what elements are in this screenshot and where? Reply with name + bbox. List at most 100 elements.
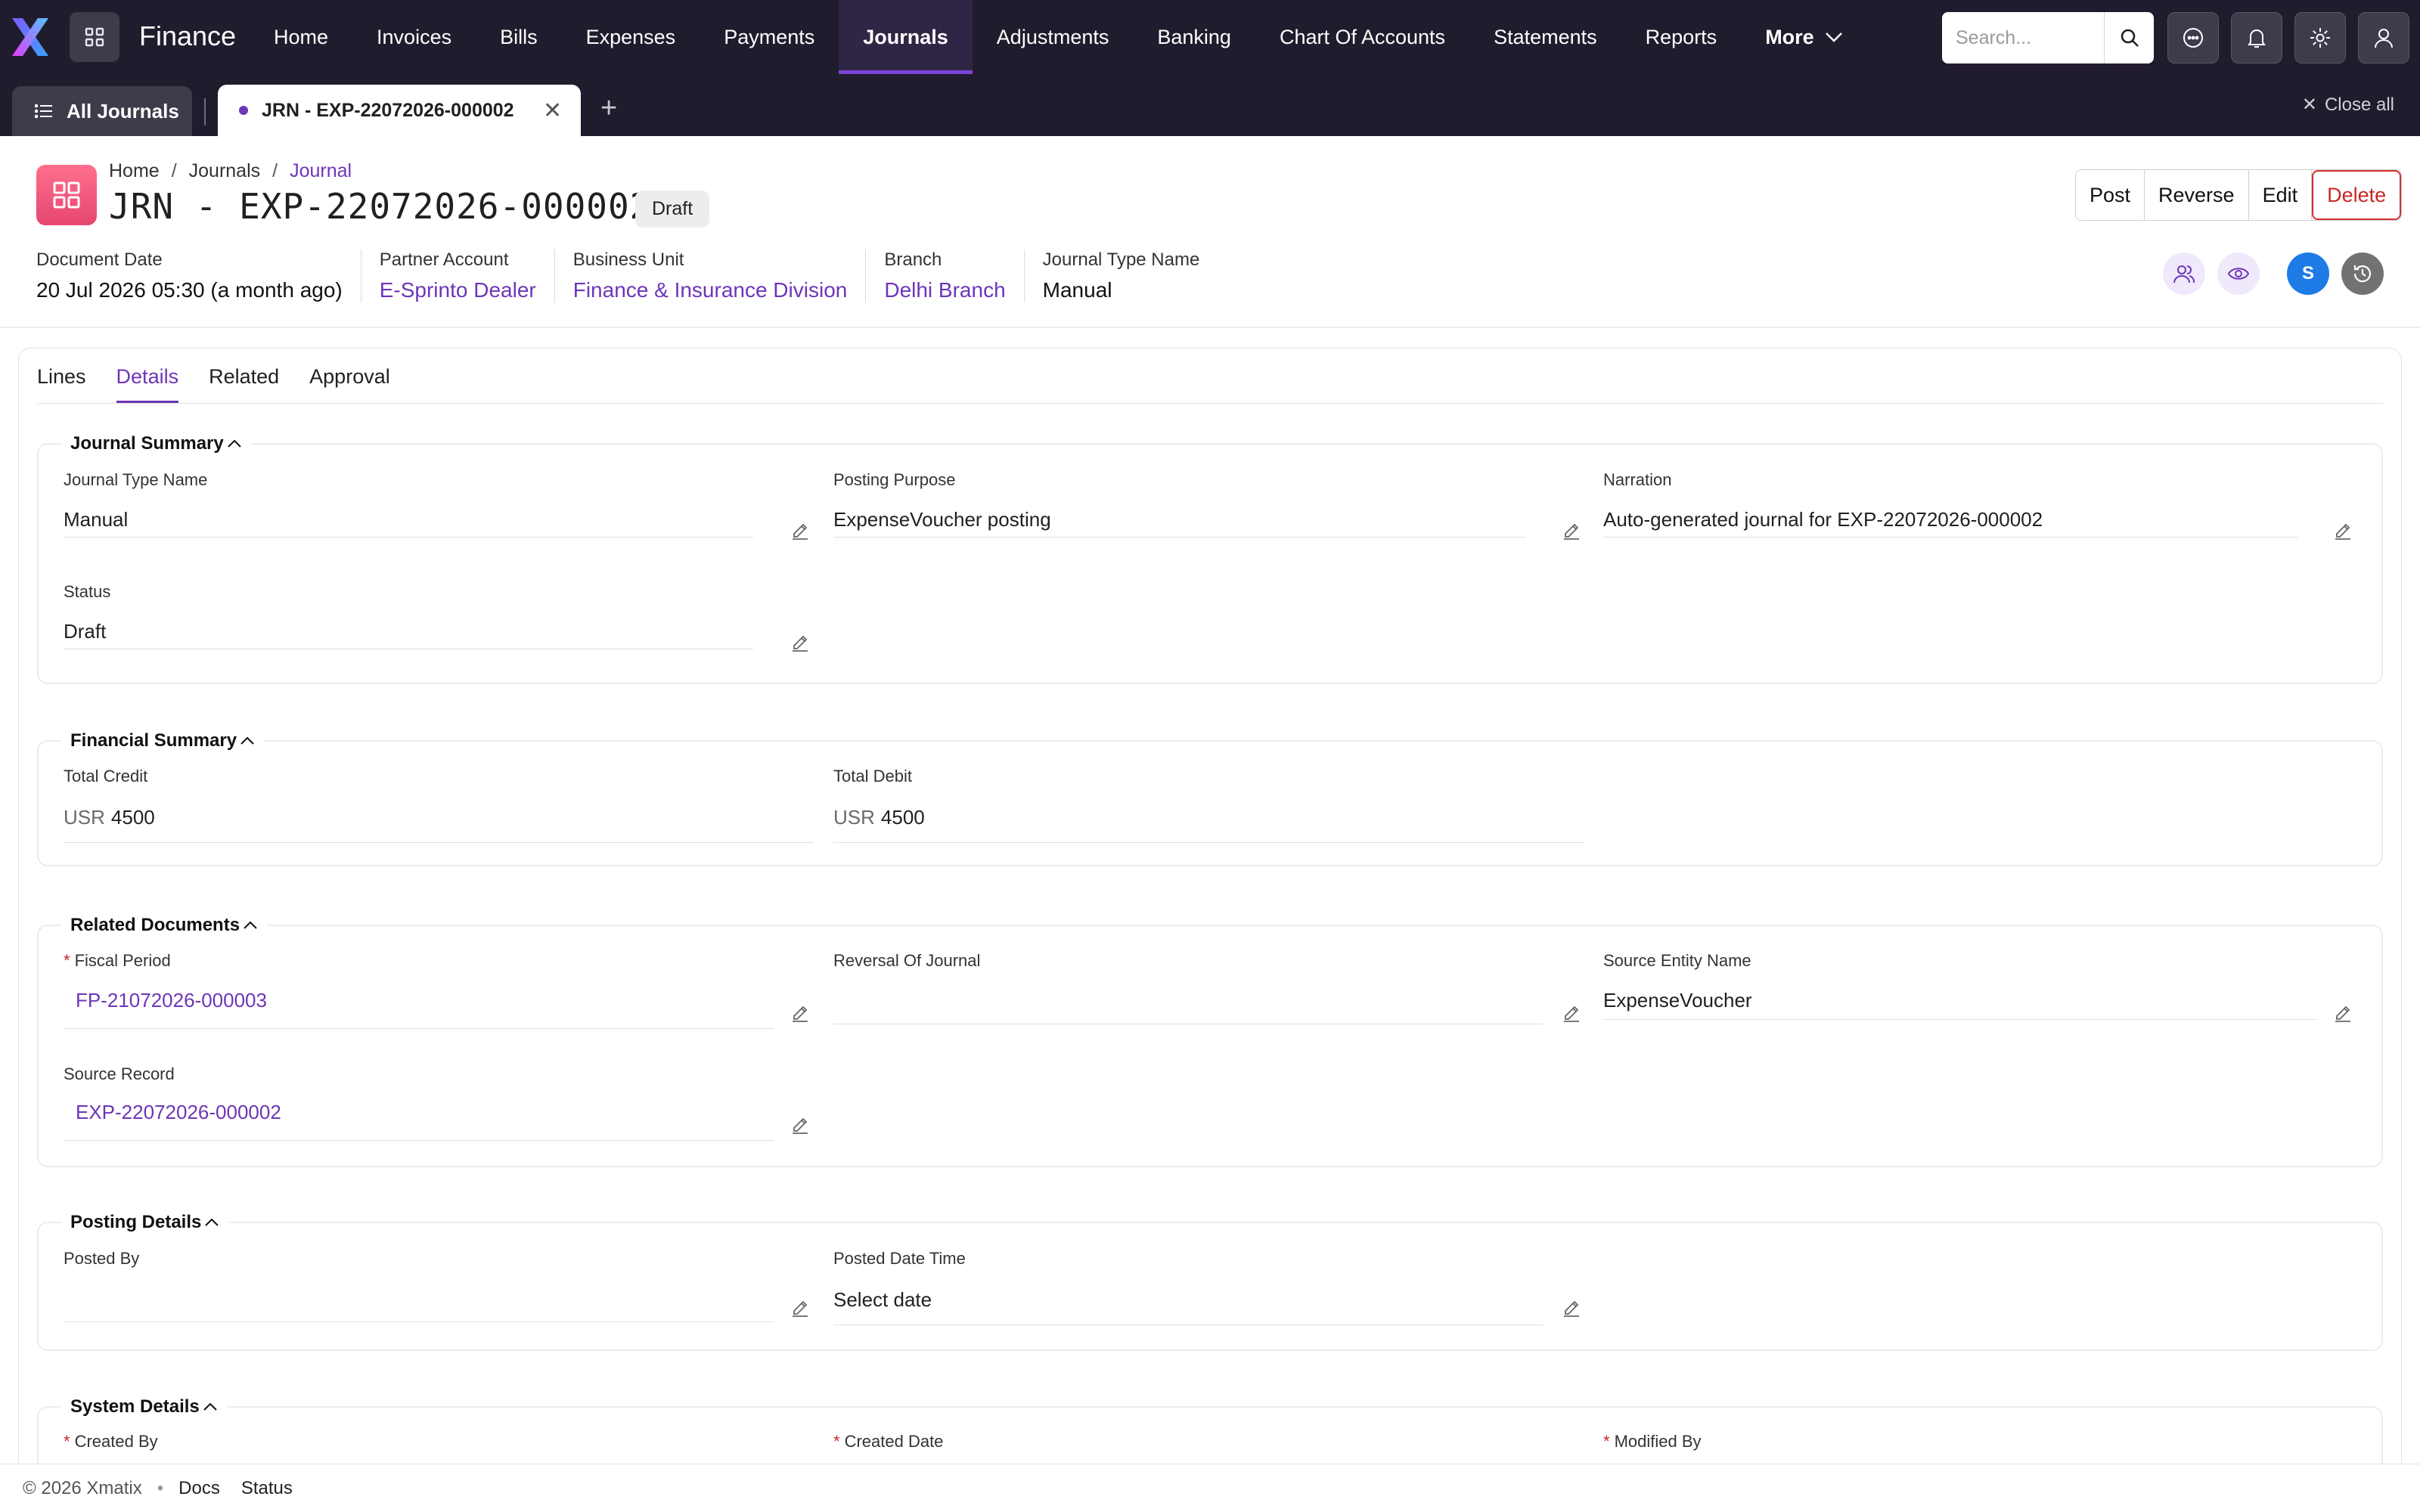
close-all-button[interactable]: ✕ Close all (2302, 94, 2394, 116)
source-record-link[interactable]: EXP-22072026-000002 (76, 1101, 281, 1124)
breadcrumb: Home / Journals / Journal (109, 160, 352, 182)
open-document-tab[interactable]: JRN - EXP-22072026-000002 ✕ (218, 85, 581, 136)
nav-journals[interactable]: Journals (839, 0, 973, 74)
search-button[interactable] (2104, 12, 2154, 64)
branch-link[interactable]: Delhi Branch (884, 278, 1005, 302)
tab-related[interactable]: Related (209, 365, 279, 404)
breadcrumb-journals[interactable]: Journals (189, 160, 261, 182)
status-value[interactable]: Draft (64, 620, 106, 643)
tab-divider (204, 98, 206, 125)
page-title: JRN - EXP-22072026-000002 (109, 186, 652, 227)
source-entity-name-value[interactable]: ExpenseVoucher (1603, 989, 1752, 1012)
pencil-icon[interactable] (791, 1004, 809, 1022)
fiscal-period-link[interactable]: FP-21072026-000003 (76, 989, 267, 1012)
profile-button[interactable] (2358, 12, 2409, 64)
field-label-wrap: * Created By (64, 1432, 158, 1452)
followers-button[interactable] (2163, 253, 2205, 295)
nav-home[interactable]: Home (250, 0, 352, 74)
pencil-icon[interactable] (1562, 522, 1581, 540)
post-button[interactable]: Post (2076, 170, 2145, 220)
partner-account-link[interactable]: E-Sprinto Dealer (380, 278, 536, 302)
narration-value[interactable]: Auto-generated journal for EXP-22072026-… (1603, 508, 2043, 531)
xmatix-logo-icon[interactable] (9, 17, 51, 57)
nav-expenses[interactable]: Expenses (562, 0, 700, 74)
tab-approval[interactable]: Approval (309, 365, 390, 404)
field-underline (1603, 1019, 2317, 1020)
breadcrumb-separator: / (272, 160, 278, 181)
watch-button[interactable] (2217, 253, 2260, 295)
required-marker: * (1603, 1432, 1610, 1451)
nav-chart-of-accounts[interactable]: Chart Of Accounts (1255, 0, 1469, 74)
pencil-icon[interactable] (791, 634, 809, 652)
close-icon[interactable]: ✕ (543, 98, 562, 124)
breadcrumb-separator: / (171, 160, 177, 181)
meta-partner-account: Partner Account E-Sprinto Dealer (360, 249, 554, 302)
nav-adjustments[interactable]: Adjustments (973, 0, 1134, 74)
history-button[interactable] (2341, 253, 2384, 295)
document-tab-label: JRN - EXP-22072026-000002 (262, 99, 514, 121)
section-title: Journal Summary (70, 433, 224, 454)
footer-link-docs[interactable]: Docs (178, 1478, 220, 1499)
nav-bills[interactable]: Bills (476, 0, 562, 74)
footer-separator: • (157, 1477, 164, 1498)
amount: 4500 (880, 806, 925, 829)
record-meta: Document Date 20 Jul 2026 05:30 (a month… (36, 249, 1218, 302)
notifications-button[interactable] (2231, 12, 2282, 64)
reverse-button[interactable]: Reverse (2145, 170, 2249, 220)
nav-reports[interactable]: Reports (1621, 0, 1742, 74)
footer-link-status[interactable]: Status (241, 1478, 293, 1499)
posting-purpose-value[interactable]: ExpenseVoucher posting (833, 508, 1051, 531)
field-label: Posted Date Time (833, 1249, 966, 1268)
posting-details-toggle[interactable]: Posting Details (61, 1212, 228, 1233)
pencil-icon[interactable] (1562, 1299, 1581, 1317)
avatar[interactable]: S (2287, 253, 2329, 295)
source-record-field: Source Record (64, 1064, 175, 1084)
financial-summary-toggle[interactable]: Financial Summary (61, 730, 264, 751)
bell-icon (2248, 29, 2266, 48)
business-unit-link[interactable]: Finance & Insurance Division (573, 278, 848, 302)
journal-type-name-value[interactable]: Manual (64, 508, 128, 531)
field-underline (833, 537, 1526, 538)
all-journals-tab[interactable]: All Journals (12, 86, 192, 136)
meta-value: Manual (1042, 278, 1112, 302)
pencil-icon[interactable] (2334, 1004, 2352, 1022)
chat-button[interactable] (2167, 12, 2219, 64)
journal-summary-toggle[interactable]: Journal Summary (61, 433, 251, 454)
record-actions: Post Reverse Edit Delete (2075, 169, 2403, 221)
pencil-icon[interactable] (2334, 522, 2352, 540)
pencil-icon[interactable] (791, 522, 809, 540)
system-details-toggle[interactable]: System Details (61, 1396, 227, 1418)
tabs-divider (37, 403, 2383, 404)
total-debit-value: USR 4500 (833, 806, 925, 829)
nav-banking[interactable]: Banking (1133, 0, 1255, 74)
pencil-icon[interactable] (791, 1299, 809, 1317)
posted-date-time-picker[interactable]: Select date (833, 1288, 932, 1312)
tab-details[interactable]: Details (116, 365, 179, 404)
related-documents-toggle[interactable]: Related Documents (61, 915, 267, 936)
posting-purpose-field: Posting Purpose (833, 470, 955, 490)
field-underline (64, 842, 814, 843)
field-label: Journal Type Name (64, 470, 208, 489)
edit-button[interactable]: Edit (2248, 170, 2313, 220)
tab-lines[interactable]: Lines (37, 365, 86, 404)
nav-more-menu[interactable]: More (1741, 0, 1867, 74)
app-launcher-button[interactable] (70, 12, 119, 62)
nav-statements[interactable]: Statements (1469, 0, 1621, 74)
add-tab-button[interactable]: + (600, 92, 617, 125)
breadcrumb-home[interactable]: Home (109, 160, 160, 182)
search-input[interactable] (1942, 12, 2104, 64)
meta-label: Journal Type Name (1042, 249, 1200, 270)
field-underline (1603, 537, 2297, 538)
nav-invoices[interactable]: Invoices (352, 0, 476, 74)
settings-button[interactable] (2294, 12, 2346, 64)
nav-payments[interactable]: Payments (700, 0, 839, 74)
delete-button[interactable]: Delete (2312, 170, 2402, 220)
created-by-field: * Created By (64, 1432, 158, 1452)
pencil-icon[interactable] (1562, 1004, 1581, 1022)
main-nav: Home Invoices Bills Expenses Payments Jo… (250, 0, 1867, 74)
related-documents-section: Related Documents (37, 915, 2383, 1167)
field-underline (64, 1028, 774, 1029)
field-underline (64, 537, 753, 538)
field-label: Source Entity Name (1603, 951, 1751, 970)
pencil-icon[interactable] (791, 1116, 809, 1134)
